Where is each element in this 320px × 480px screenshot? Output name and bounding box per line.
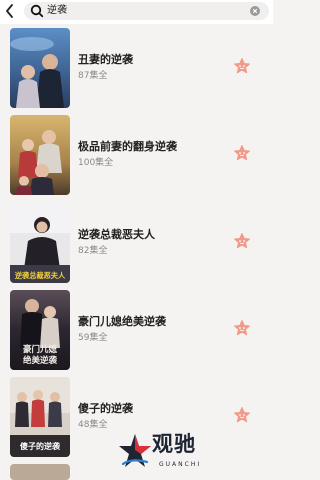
result-title: 豪门儿媳绝美逆袭 (78, 315, 166, 328)
favorite-star-icon[interactable] (233, 406, 251, 424)
result-item[interactable]: 丑妻的逆袭 87集全 (0, 28, 273, 108)
result-episodes: 48集全 (78, 420, 108, 430)
poster-title-text: 傻子的逆袭 (20, 441, 61, 451)
poster-image (10, 28, 70, 108)
poster-title-line: 绝美逆袭 (23, 355, 58, 366)
search-input[interactable]: 逆袭 (24, 2, 269, 20)
result-episodes: 59集全 (78, 333, 108, 343)
search-icon (30, 4, 44, 18)
result-title: 傻子的逆袭 (78, 402, 133, 415)
favorite-star-icon[interactable] (233, 144, 251, 162)
result-episodes: 100集全 (78, 158, 114, 168)
favorite-star-icon[interactable] (233, 57, 251, 75)
result-item[interactable]: 极品前妻的翻身逆袭 100集全 (0, 115, 273, 195)
search-header: 逆袭 (0, 0, 273, 24)
search-query-text: 逆袭 (47, 5, 67, 16)
poster-image: 豪门儿媳绝美逆袭 (10, 290, 70, 370)
result-title: 逆袭总裁恶夫人 (78, 228, 155, 241)
watermark-text: 观驰 (152, 432, 196, 456)
result-item[interactable]: 逆袭总裁恶夫人 逆袭总裁恶夫人 82集全 (0, 203, 273, 283)
poster-image (10, 464, 70, 480)
poster-image: 傻子的逆袭 (10, 377, 70, 457)
result-title: 极品前妻的翻身逆袭 (78, 140, 177, 153)
result-episodes: 82集全 (78, 246, 108, 256)
poster-image: 逆袭总裁恶夫人 (10, 203, 70, 283)
clear-search-icon[interactable] (250, 6, 260, 16)
watermark-logo: 观驰 GUANCHI (115, 430, 233, 474)
result-episodes: 87集全 (78, 71, 108, 81)
poster-title-text: 逆袭总裁恶夫人 (15, 271, 66, 280)
favorite-star-icon[interactable] (233, 232, 251, 250)
poster-image (10, 115, 70, 195)
star-logo-icon (119, 434, 151, 467)
watermark-subtext: GUANCHI (159, 461, 202, 468)
back-arrow-icon[interactable] (3, 2, 17, 20)
result-title: 丑妻的逆袭 (78, 53, 133, 66)
poster-title-line: 豪门儿媳 (23, 344, 58, 355)
favorite-star-icon[interactable] (233, 319, 251, 337)
result-item[interactable]: 豪门儿媳绝美逆袭 豪门儿媳绝美逆袭 59集全 (0, 290, 273, 370)
